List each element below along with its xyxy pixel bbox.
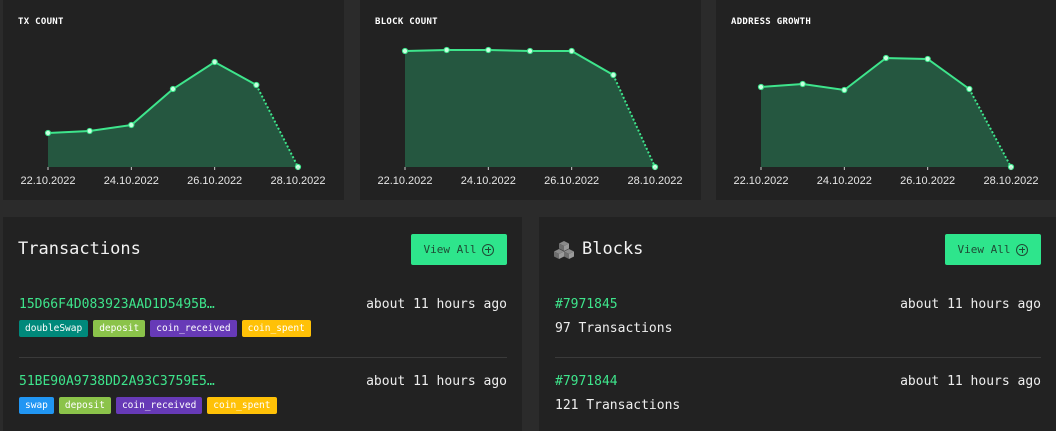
- data-point: [924, 55, 931, 63]
- data-point: [485, 46, 492, 54]
- data-point: [568, 47, 575, 55]
- tag-badge: coin_received: [115, 397, 203, 414]
- transactions-panel: Transactions View All 15D66F4D083923AAD1…: [3, 217, 522, 431]
- block-height-link[interactable]: #7971845: [555, 297, 618, 312]
- data-point: [44, 129, 52, 137]
- panel-title: Blocks: [582, 239, 644, 259]
- divider: [19, 357, 507, 358]
- data-point: [86, 127, 93, 135]
- data-point: [443, 46, 450, 54]
- block-time: about 11 hours ago: [900, 374, 1041, 389]
- chart-title: BLOCK COUNT: [375, 17, 438, 27]
- tag-badge: coin_spent: [207, 397, 277, 414]
- block-tx-count: 97 Transactions: [555, 321, 673, 336]
- block-count-chart: 22.10.2022 24.10.2022 26.10.2022 28.10.2022…: [360, 0, 701, 200]
- tag-badge: coin_spent: [241, 320, 311, 337]
- data-point: [211, 58, 218, 66]
- view-all-label: View All: [423, 243, 477, 256]
- x-tick-label: 22.10.2022: [733, 175, 788, 187]
- transaction-hash-link[interactable]: 15D66F4D083923AAD1D5495B…: [19, 297, 215, 312]
- x-tick-label: 22.10.2022: [20, 175, 75, 187]
- data-point: [401, 47, 409, 55]
- view-all-label: View All: [957, 243, 1011, 256]
- data-point: [966, 85, 973, 93]
- x-tick-label: 24.10.2022: [461, 175, 516, 187]
- chart-area: [761, 58, 1011, 167]
- transaction-time: about 11 hours ago: [366, 374, 507, 389]
- data-point: [882, 54, 890, 62]
- chart-plot: 22.10.2022 24.10.2022 26.10.2022 28.10.2022: [733, 54, 1039, 187]
- view-all-transactions-button[interactable]: View All: [411, 234, 507, 265]
- plus-circle-icon: [1016, 243, 1029, 256]
- chart-plot: 22.10.2022 24.10.2022 26.10.2022 28.10.2022: [20, 58, 326, 187]
- data-point: [757, 83, 765, 91]
- x-tick-label: 26.10.2022: [544, 175, 599, 187]
- data-point: [841, 86, 848, 94]
- x-tick-label: 28.10.2022: [627, 175, 682, 187]
- block-height-link[interactable]: #7971844: [555, 374, 618, 389]
- chart-title: TX COUNT: [18, 17, 64, 27]
- x-tick-label: 28.10.2022: [270, 175, 325, 187]
- transaction-hash-link[interactable]: 51BE90A9738DD2A93C3759E5…: [19, 374, 215, 389]
- plus-circle-icon: [482, 243, 495, 256]
- block-tx-count: 121 Transactions: [555, 398, 681, 413]
- data-point: [799, 80, 806, 88]
- x-tick-label: 26.10.2022: [900, 175, 955, 187]
- data-point: [253, 81, 260, 89]
- tag-badge: swap: [19, 397, 54, 414]
- transaction-time: about 11 hours ago: [366, 297, 507, 312]
- chart-plot: 22.10.2022 24.10.2022 26.10.2022 28.10.2022: [377, 46, 683, 187]
- chart-title: ADDRESS GROWTH: [731, 17, 812, 27]
- view-all-blocks-button[interactable]: View All: [945, 234, 1041, 265]
- tag-badge: deposit: [93, 320, 146, 337]
- x-tick-label: 28.10.2022: [983, 175, 1038, 187]
- chart-area: [405, 50, 655, 167]
- tx-count-chart: 22.10.2022 24.10.2022 26.10.2022 28.10.2022…: [3, 0, 344, 200]
- tag-badge: deposit: [58, 397, 111, 414]
- chart-area: [48, 62, 298, 167]
- x-tick-label: 22.10.2022: [377, 175, 432, 187]
- tag-badge: doubleSwap: [19, 320, 89, 337]
- data-point: [610, 71, 617, 79]
- address-growth-chart: 22.10.2022 24.10.2022 26.10.2022 28.10.2022…: [716, 0, 1056, 200]
- block-time: about 11 hours ago: [900, 297, 1041, 312]
- data-point: [526, 47, 534, 55]
- cubes-icon: [554, 241, 574, 259]
- blocks-panel: Blocks View All #7971845 about 11 hours …: [539, 217, 1056, 431]
- data-point: [169, 85, 177, 93]
- divider: [555, 357, 1041, 358]
- tag-badge: coin_received: [150, 320, 237, 337]
- x-tick-label: 24.10.2022: [104, 175, 159, 187]
- panel-title: Transactions: [18, 239, 141, 259]
- x-tick-label: 24.10.2022: [817, 175, 872, 187]
- data-point: [128, 121, 135, 129]
- x-tick-label: 26.10.2022: [187, 175, 242, 187]
